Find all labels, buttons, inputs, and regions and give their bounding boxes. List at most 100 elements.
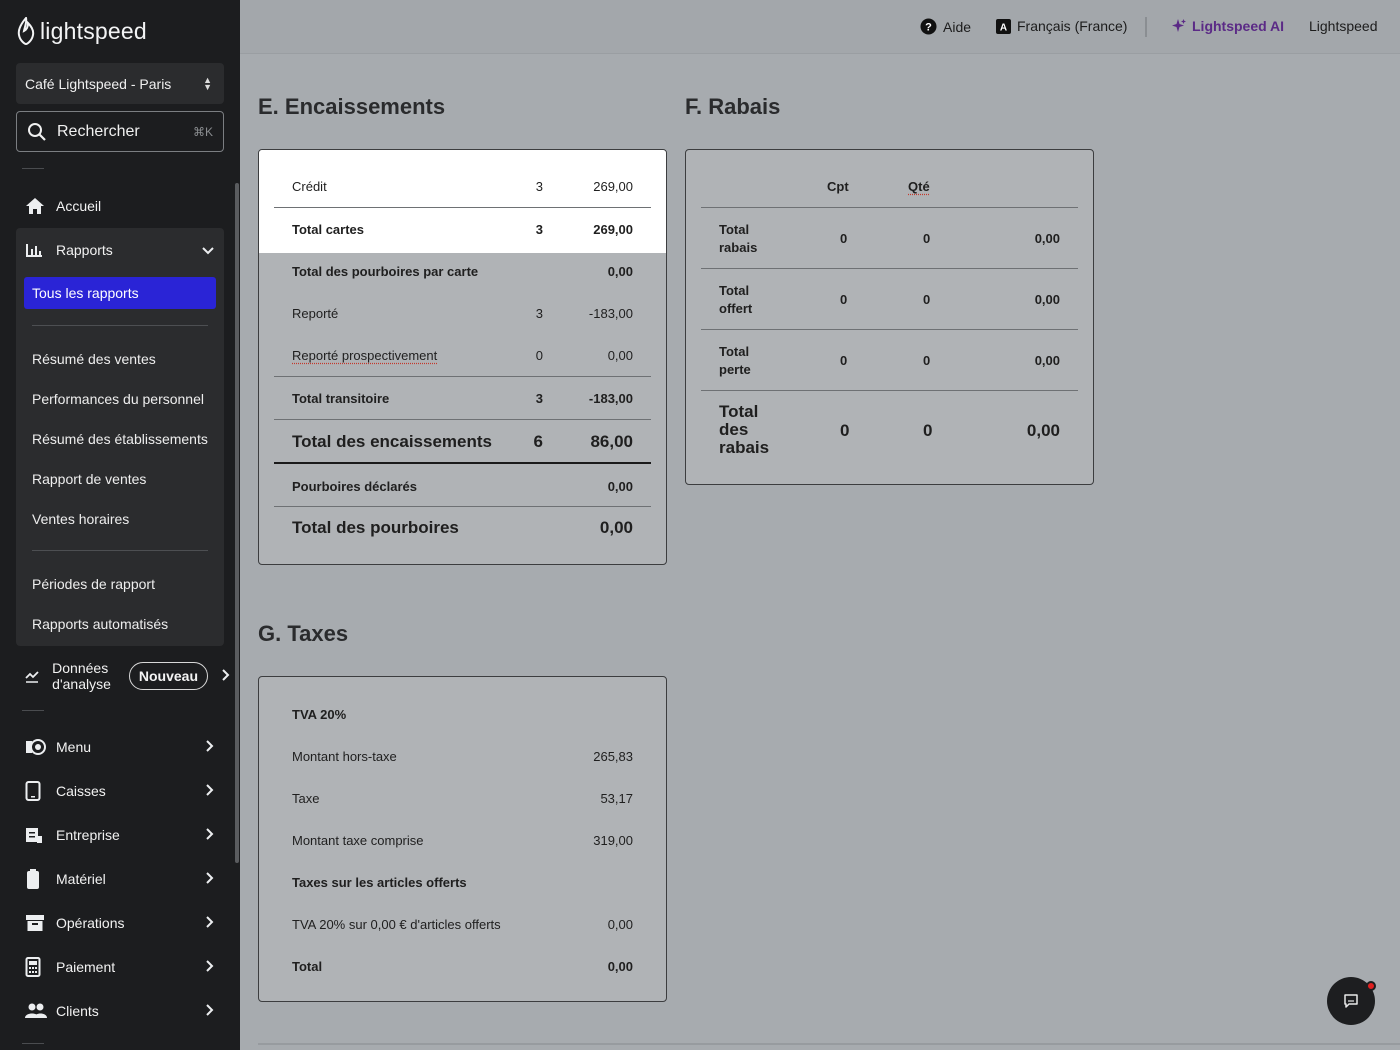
sub-item-automated-reports[interactable]: Rapports automatisés (32, 616, 168, 632)
table-row: Total offert 0 0 0,00 (701, 282, 1078, 318)
row-value: 269,00 (593, 221, 633, 237)
divider (258, 1043, 1400, 1045)
row-count: 3 (535, 221, 543, 237)
home-icon (16, 197, 56, 215)
divider (701, 207, 1078, 208)
row-label: Montant hors-taxe (292, 748, 397, 764)
sidebar-scrollbar[interactable] (235, 183, 239, 863)
nav-item-operations[interactable]: Opérations (16, 905, 224, 941)
row-label: Pourboires déclarés (292, 478, 417, 494)
table-row: Total perte 0 0 0,00 (701, 343, 1078, 379)
sub-item-all-reports[interactable]: Tous les rapports (24, 277, 216, 309)
row-label: Total des rabais (719, 403, 769, 457)
search-shortcut: ⌘K (192, 124, 213, 139)
nav-item-analytics[interactable]: Données d'analyse Nouveau (16, 658, 230, 694)
row-label: Taxe (292, 790, 320, 806)
nav-item-payment[interactable]: Paiement (16, 949, 224, 985)
nav-label: Opérations (56, 915, 125, 931)
store-selector[interactable]: Café Lightspeed - Paris ▲ ▼ (16, 63, 224, 104)
row-qty: 0 (923, 231, 931, 246)
sub-item-establishments-summary[interactable]: Résumé des établissements (32, 431, 208, 447)
search-input[interactable]: Rechercher ⌘K (16, 111, 224, 152)
table-row-total: Total des encaissements 6 86,00 (274, 420, 651, 463)
users-icon (16, 1003, 56, 1019)
sub-item-report-periods[interactable]: Périodes de rapport (32, 576, 155, 592)
nav-label: Caisses (56, 783, 106, 799)
business-icon (16, 826, 56, 844)
nav-item-reports[interactable]: Rapports (16, 232, 224, 268)
row-count: 3 (535, 390, 543, 406)
nav-label: Accueil (56, 198, 102, 214)
row-count: 0 (840, 231, 848, 246)
analytics-label-line1: Données (52, 660, 109, 676)
row-label: Crédit (292, 178, 327, 194)
sub-item-sales-report[interactable]: Rapport de ventes (32, 471, 146, 487)
table-row: Total des pourboires par carte 0,00 (274, 250, 651, 292)
table-row: Montant taxe comprise 319,00 (274, 819, 651, 861)
language-label: Français (France) (1017, 18, 1128, 34)
flame-icon (17, 17, 35, 45)
menu-book-icon (16, 738, 56, 756)
brand-logo[interactable]: lightspeed (16, 16, 147, 46)
taxes-card: TVA 20% Montant hors-taxe 265,83 Taxe 53… (258, 676, 667, 1002)
row-label: Reporté (292, 305, 339, 321)
chevron-right-icon (206, 915, 214, 931)
nav-item-registers[interactable]: Caisses (16, 773, 224, 809)
row-value: 0,00 (1034, 353, 1060, 368)
row-value: 0,00 (607, 916, 633, 932)
nav-item-menu[interactable]: Menu (16, 729, 224, 765)
nav-label: Clients (56, 1003, 99, 1019)
encaissements-card: Crédit 3 269,00 Total cartes 3 269,00 To… (258, 149, 667, 565)
chevron-right-icon (206, 827, 214, 843)
sub-item-hourly-sales[interactable]: Ventes horaires (32, 511, 129, 527)
chevron-right-icon (206, 739, 214, 755)
nav-label: Entreprise (56, 827, 120, 843)
new-badge: Nouveau (128, 662, 208, 690)
row-label-line2: rabais (719, 240, 758, 255)
divider (22, 168, 44, 169)
divider (32, 325, 208, 326)
nav-item-business[interactable]: Entreprise (16, 817, 224, 853)
table-row: Total rabais 0 0 0,00 (701, 221, 1078, 257)
nav-label: Matériel (56, 871, 106, 887)
help-icon: ? (920, 18, 937, 35)
language-selector[interactable]: A Français (France) (996, 18, 1127, 34)
row-value: -183,00 (588, 305, 633, 321)
bar-chart-icon (16, 242, 56, 258)
row-label-line1: Total (719, 283, 750, 298)
payment-terminal-icon (16, 957, 56, 977)
row-label: Total des pourboires par carte (292, 263, 479, 279)
row-value: 86,00 (590, 431, 633, 451)
row-label-line2: des (719, 420, 749, 439)
account-menu[interactable]: Lightspeed (1309, 18, 1378, 34)
divider (701, 268, 1078, 269)
tablet-icon (16, 781, 56, 801)
table-row: Montant hors-taxe 265,83 (274, 735, 651, 777)
table-row: Crédit 3 269,00 (274, 165, 651, 207)
nav-label: Menu (56, 739, 92, 755)
lightspeed-ai-button[interactable]: Lightspeed AI (1172, 18, 1284, 34)
nav-item-hardware[interactable]: Matériel (16, 861, 224, 897)
table-row-total: Total des pourboires 0,00 (274, 507, 651, 549)
row-value: 53,17 (600, 790, 633, 806)
sub-item-sales-summary[interactable]: Résumé des ventes (32, 351, 156, 367)
col-header-qty: Qté (908, 179, 930, 194)
row-label: TVA 20% sur 0,00 € d'articles offerts (292, 916, 501, 932)
sub-item-staff-performance[interactable]: Performances du personnel (32, 391, 204, 407)
table-row: Reporté 3 -183,00 (274, 292, 651, 334)
divider (22, 710, 44, 711)
divider (274, 462, 651, 464)
nav-item-clients[interactable]: Clients (16, 993, 224, 1029)
section-title-rabais: F. Rabais (685, 94, 781, 119)
nav-item-home[interactable]: Accueil (16, 188, 224, 224)
nav-label: Paiement (56, 959, 116, 975)
row-label: Total rabais (719, 221, 757, 257)
ai-label: Lightspeed AI (1192, 18, 1285, 34)
help-button[interactable]: ? Aide (920, 18, 971, 35)
chevron-right-icon (206, 1003, 214, 1019)
divider (32, 550, 208, 551)
table-row: Pourboires déclarés 0,00 (274, 465, 651, 507)
row-value: 0,00 (1034, 292, 1060, 307)
row-label: Total (292, 958, 323, 974)
table-row: Total transitoire 3 -183,00 (274, 377, 651, 419)
